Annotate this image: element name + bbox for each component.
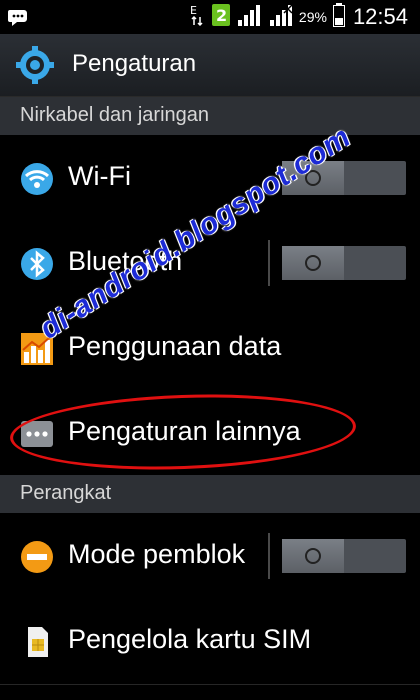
notification-2-icon: 2 — [211, 3, 231, 32]
bluetooth-toggle[interactable] — [282, 246, 406, 280]
clock: 12:54 — [352, 4, 408, 29]
battery-icon — [332, 2, 345, 32]
settings-item-label: Mode pemblok — [68, 539, 246, 569]
settings-item-block-mode[interactable]: Mode pemblok — [0, 513, 420, 600]
status-icons: E 2 29% 12:54 — [183, 0, 420, 34]
wifi-icon — [20, 162, 54, 196]
signal-icon — [237, 3, 263, 32]
page-title: Pengaturan — [72, 50, 197, 77]
block-mode-toggle[interactable] — [282, 539, 406, 573]
section-title: Perangkat — [20, 482, 112, 504]
bluetooth-icon — [20, 247, 54, 281]
settings-item-label: Pengelola kartu SIM — [68, 624, 312, 654]
toggle-knob — [282, 246, 344, 280]
svg-text:E: E — [190, 4, 197, 17]
section-header-wireless: Nirkabel dan jaringan — [0, 97, 420, 135]
signal-icon — [269, 3, 295, 32]
settings-item-label: Wi-Fi — [68, 161, 131, 191]
divider — [268, 240, 270, 286]
toggle-knob — [282, 539, 344, 573]
svg-text:2: 2 — [216, 6, 227, 25]
status-bar: E 2 29% 12:54 — [0, 0, 420, 34]
section-title: Nirkabel dan jaringan — [20, 104, 210, 126]
section-header-device: Perangkat — [0, 475, 420, 513]
block-mode-icon — [20, 540, 54, 574]
action-bar: Pengaturan — [0, 34, 420, 97]
settings-item-label: Penggunaan data — [68, 331, 282, 361]
bbm-icon — [8, 7, 30, 32]
sim-card-icon — [20, 625, 54, 659]
divider — [268, 533, 270, 579]
settings-item-sim-manager[interactable]: Pengelola kartu SIM — [0, 598, 420, 685]
battery-percent: 29% — [298, 9, 327, 25]
gear-icon[interactable] — [16, 46, 54, 89]
network-e-icon: E — [189, 3, 205, 32]
